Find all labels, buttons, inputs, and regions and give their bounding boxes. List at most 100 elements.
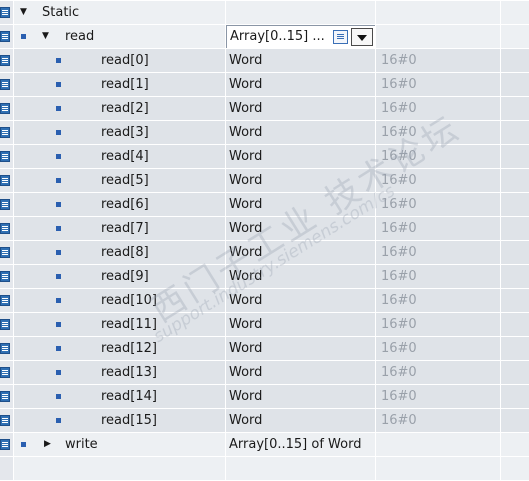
row-icon-cell bbox=[0, 1, 14, 25]
type-cell[interactable]: Word bbox=[226, 73, 376, 97]
default-cell[interactable]: 16#0 bbox=[376, 121, 501, 145]
default-cell[interactable]: 16#0 bbox=[376, 337, 501, 361]
name-cell[interactable]: read[13] bbox=[14, 361, 226, 385]
default-cell[interactable] bbox=[376, 1, 501, 25]
element-default-value: 16#0 bbox=[381, 173, 417, 188]
expand-toggle-icon[interactable]: ▶ bbox=[44, 433, 51, 456]
type-cell[interactable] bbox=[226, 457, 376, 481]
type-cell[interactable]: Word bbox=[226, 361, 376, 385]
element-name: read[9] bbox=[101, 269, 149, 284]
array-element-row[interactable]: read[13] Word 16#0 bbox=[0, 361, 529, 385]
default-cell[interactable]: 16#0 bbox=[376, 361, 501, 385]
default-cell[interactable]: 16#0 bbox=[376, 97, 501, 121]
type-cell[interactable]: Word bbox=[226, 121, 376, 145]
element-default-value: 16#0 bbox=[381, 269, 417, 284]
type-cell[interactable]: Word bbox=[226, 193, 376, 217]
type-cell[interactable]: Word bbox=[226, 49, 376, 73]
array-element-row[interactable]: read[0] Word 16#0 bbox=[0, 49, 529, 73]
array-element-row[interactable]: read[8] Word 16#0 bbox=[0, 241, 529, 265]
type-cell[interactable]: Word bbox=[226, 385, 376, 409]
name-cell[interactable]: read[4] bbox=[14, 145, 226, 169]
name-cell[interactable]: read[15] bbox=[14, 409, 226, 433]
default-cell[interactable]: 16#0 bbox=[376, 217, 501, 241]
type-cell[interactable]: Array[0..15] ... bbox=[226, 25, 376, 49]
default-cell[interactable]: 16#0 bbox=[376, 73, 501, 97]
element-marker-icon bbox=[56, 130, 61, 135]
name-cell[interactable]: read[9] bbox=[14, 265, 226, 289]
name-cell[interactable]: read[11] bbox=[14, 313, 226, 337]
default-cell[interactable] bbox=[376, 457, 501, 481]
row-icon-cell bbox=[0, 121, 14, 145]
array-element-row[interactable]: read[11] Word 16#0 bbox=[0, 313, 529, 337]
name-cell[interactable]: ▼ read bbox=[14, 25, 226, 49]
type-cell[interactable]: Word bbox=[226, 265, 376, 289]
name-cell[interactable] bbox=[14, 457, 226, 481]
type-cell[interactable]: Word bbox=[226, 145, 376, 169]
array-element-row[interactable]: read[1] Word 16#0 bbox=[0, 73, 529, 97]
array-element-row[interactable]: read[15] Word 16#0 bbox=[0, 409, 529, 433]
element-marker-icon bbox=[56, 226, 61, 231]
name-cell[interactable]: read[3] bbox=[14, 121, 226, 145]
chevron-down-icon[interactable] bbox=[351, 28, 373, 46]
array-element-row[interactable]: read[14] Word 16#0 bbox=[0, 385, 529, 409]
name-cell[interactable]: ▼ Static bbox=[14, 1, 226, 25]
name-cell[interactable]: read[6] bbox=[14, 193, 226, 217]
name-cell[interactable]: read[14] bbox=[14, 385, 226, 409]
default-cell[interactable]: 16#0 bbox=[376, 289, 501, 313]
extra-cell bbox=[501, 433, 529, 457]
name-cell[interactable]: ▶ write bbox=[14, 433, 226, 457]
variable-row-read[interactable]: ▼ read Array[0..15] ... bbox=[0, 25, 529, 49]
default-cell[interactable]: 16#0 bbox=[376, 193, 501, 217]
type-cell[interactable]: Word bbox=[226, 313, 376, 337]
array-element-row[interactable]: read[2] Word 16#0 bbox=[0, 97, 529, 121]
default-cell[interactable] bbox=[376, 433, 501, 457]
default-cell[interactable]: 16#0 bbox=[376, 313, 501, 337]
array-element-row[interactable]: read[4] Word 16#0 bbox=[0, 145, 529, 169]
array-element-row[interactable]: read[9] Word 16#0 bbox=[0, 265, 529, 289]
type-cell[interactable]: Word bbox=[226, 409, 376, 433]
expand-toggle-icon[interactable]: ▼ bbox=[42, 25, 49, 48]
name-cell[interactable]: read[12] bbox=[14, 337, 226, 361]
default-cell[interactable]: 16#0 bbox=[376, 169, 501, 193]
element-type: Word bbox=[229, 173, 263, 188]
default-cell[interactable]: 16#0 bbox=[376, 241, 501, 265]
name-cell[interactable]: read[0] bbox=[14, 49, 226, 73]
type-combo-value[interactable]: Array[0..15] ... bbox=[230, 25, 325, 48]
type-cell[interactable]: Array[0..15] of Word bbox=[226, 433, 376, 457]
type-combo-editor[interactable]: Array[0..15] ... bbox=[226, 25, 375, 48]
data-block-icon bbox=[0, 367, 10, 378]
array-element-row[interactable]: read[3] Word 16#0 bbox=[0, 121, 529, 145]
default-cell[interactable]: 16#0 bbox=[376, 145, 501, 169]
array-element-row[interactable]: read[5] Word 16#0 bbox=[0, 169, 529, 193]
name-cell[interactable]: read[1] bbox=[14, 73, 226, 97]
name-cell[interactable]: read[2] bbox=[14, 97, 226, 121]
type-cell[interactable]: Word bbox=[226, 241, 376, 265]
default-cell[interactable]: 16#0 bbox=[376, 265, 501, 289]
type-cell[interactable]: Word bbox=[226, 289, 376, 313]
default-cell[interactable]: 16#0 bbox=[376, 49, 501, 73]
type-cell[interactable] bbox=[226, 1, 376, 25]
element-name: read[7] bbox=[101, 221, 149, 236]
array-element-row[interactable]: read[6] Word 16#0 bbox=[0, 193, 529, 217]
name-cell[interactable]: read[7] bbox=[14, 217, 226, 241]
expand-toggle-icon[interactable]: ▼ bbox=[20, 1, 27, 24]
name-cell[interactable]: read[5] bbox=[14, 169, 226, 193]
section-row-static[interactable]: ▼ Static bbox=[0, 1, 529, 25]
array-element-row[interactable]: read[12] Word 16#0 bbox=[0, 337, 529, 361]
type-cell[interactable]: Word bbox=[226, 169, 376, 193]
type-cell[interactable]: Word bbox=[226, 337, 376, 361]
empty-row[interactable] bbox=[0, 457, 529, 481]
default-cell[interactable]: 16#0 bbox=[376, 385, 501, 409]
default-cell[interactable]: 16#0 bbox=[376, 409, 501, 433]
type-cell[interactable]: Word bbox=[226, 97, 376, 121]
variable-row-write[interactable]: ▶ write Array[0..15] of Word bbox=[0, 433, 529, 457]
name-cell[interactable]: read[10] bbox=[14, 289, 226, 313]
array-element-row[interactable]: read[7] Word 16#0 bbox=[0, 217, 529, 241]
variable-marker-icon bbox=[21, 34, 26, 39]
array-element-row[interactable]: read[10] Word 16#0 bbox=[0, 289, 529, 313]
type-cell[interactable]: Word bbox=[226, 217, 376, 241]
data-block-icon bbox=[0, 223, 10, 234]
default-cell[interactable] bbox=[376, 25, 501, 49]
name-cell[interactable]: read[8] bbox=[14, 241, 226, 265]
list-icon[interactable] bbox=[333, 30, 348, 44]
